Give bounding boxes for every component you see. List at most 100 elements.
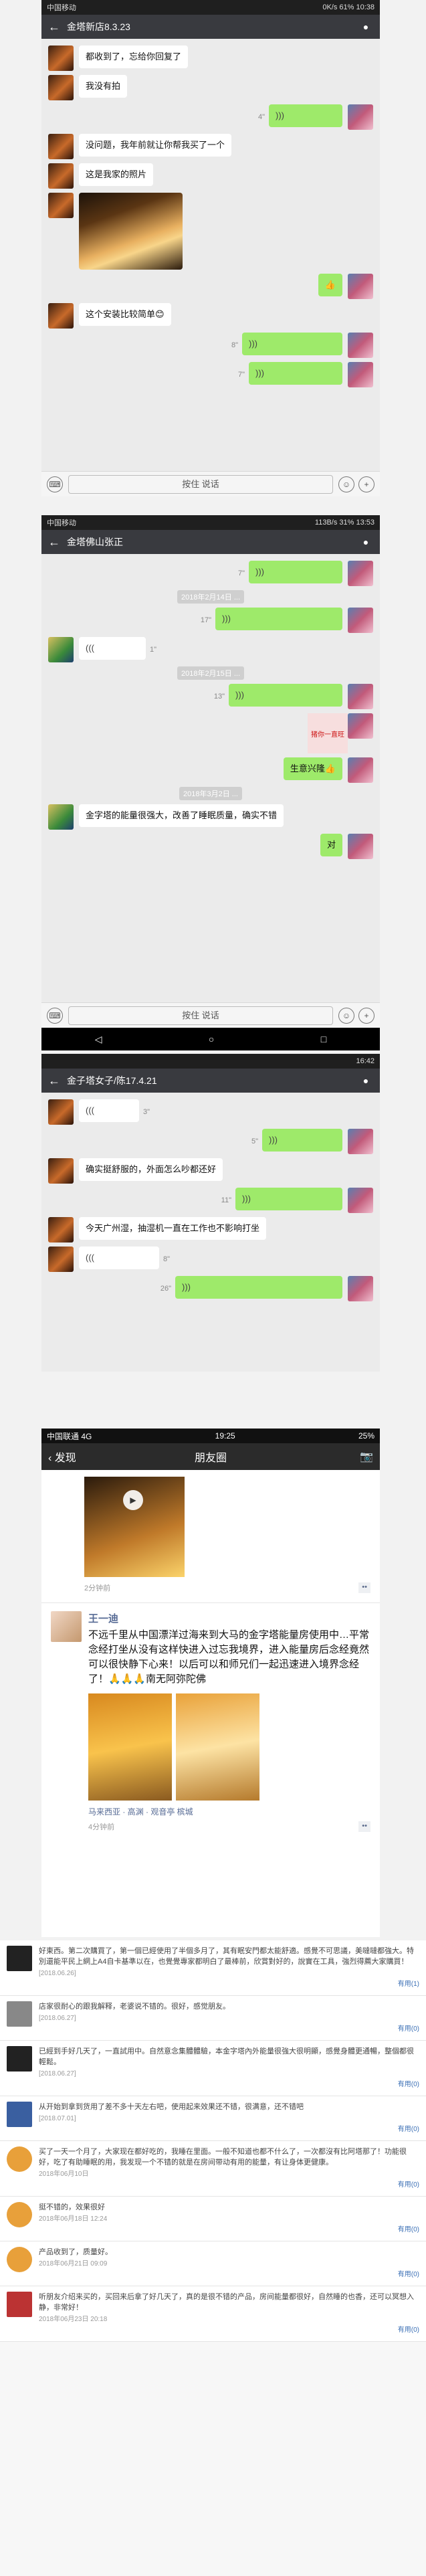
- avatar[interactable]: [348, 608, 373, 633]
- hold-to-talk-button[interactable]: 按住 说话: [68, 1006, 333, 1025]
- voice-message[interactable]: (((: [79, 637, 146, 660]
- user-name[interactable]: 王一迪: [88, 1611, 370, 1625]
- voice-message[interactable]: (((: [79, 1099, 139, 1122]
- message-bubble[interactable]: 今天广州湿，抽湿机一直在工作也不影响打坐: [79, 1217, 267, 1240]
- nav-home-icon[interactable]: ○: [209, 1034, 214, 1044]
- nav-recent-icon[interactable]: □: [321, 1034, 326, 1044]
- message-bubble[interactable]: 金字塔的能量很强大，改善了睡眠质量，确实不错: [79, 804, 284, 827]
- avatar[interactable]: [51, 1611, 82, 1642]
- post-photo[interactable]: [176, 1693, 259, 1801]
- review-date: 2018年06月10日: [39, 2171, 89, 2178]
- avatar[interactable]: [348, 362, 373, 387]
- voice-message[interactable]: ))): [175, 1276, 342, 1299]
- avatar: [7, 2146, 32, 2172]
- message-list[interactable]: ((( 3" 5" ))) 确实挺舒服的，外面怎么吵都还好 11" ))) 今天…: [41, 1093, 380, 1308]
- useful-button[interactable]: 有用(0): [39, 2024, 419, 2035]
- pig-sticker[interactable]: 猪你一直旺: [308, 713, 348, 753]
- voice-message[interactable]: ))): [269, 104, 342, 127]
- avatar[interactable]: [48, 193, 74, 218]
- message-bubble[interactable]: 生意兴隆👍: [283, 757, 342, 780]
- message-bubble[interactable]: 我没有拍: [79, 75, 128, 98]
- message-bubble[interactable]: 👍: [318, 274, 342, 296]
- useful-button[interactable]: 有用(0): [39, 2325, 419, 2336]
- message-bubble[interactable]: 这是我家的照片: [79, 163, 154, 186]
- message-list[interactable]: 都收到了，忘给你回复了 我没有拍 4" ))) 没问题，我年前就让你帮我买了一个…: [41, 39, 380, 394]
- voice-message[interactable]: ))): [242, 333, 342, 355]
- voice-message[interactable]: ))): [249, 362, 342, 385]
- pyramid-photo[interactable]: [79, 193, 183, 270]
- hold-to-talk-button[interactable]: 按住 说话: [68, 474, 333, 494]
- post-photo[interactable]: [88, 1693, 172, 1801]
- message-row: 今天广州湿，抽湿机一直在工作也不影响打坐: [48, 1217, 373, 1243]
- avatar[interactable]: [348, 1188, 373, 1213]
- avatar[interactable]: [348, 684, 373, 709]
- message-bubble[interactable]: 对: [320, 834, 342, 856]
- voice-message[interactable]: ))): [262, 1129, 342, 1152]
- useful-button[interactable]: 有用(1): [39, 1979, 419, 1990]
- avatar[interactable]: [48, 134, 74, 159]
- avatar[interactable]: [48, 303, 74, 329]
- review-item: 挺不错的，效果很好 2018年06月18日 12:24 有用(0): [0, 2197, 426, 2241]
- avatar[interactable]: [348, 713, 373, 739]
- message-bubble[interactable]: 都收到了，忘给你回复了: [79, 45, 189, 68]
- contact-profile-icon[interactable]: ●: [358, 1075, 373, 1086]
- avatar[interactable]: [48, 45, 74, 71]
- message-bubble[interactable]: 这个安装比较简单😊: [79, 303, 171, 326]
- message-list[interactable]: 7" ))) 2018年2月14日 ... 17" ))) ((( 1" 201…: [41, 554, 380, 866]
- useful-button[interactable]: 有用(0): [39, 2270, 419, 2280]
- useful-button[interactable]: 有用(0): [39, 2080, 419, 2090]
- emoji-icon[interactable]: ☺: [338, 476, 354, 492]
- useful-button[interactable]: 有用(0): [39, 2225, 419, 2235]
- voice-message[interactable]: ))): [229, 684, 342, 707]
- message-bubble[interactable]: 没问题，我年前就让你帮我买了一个: [79, 134, 232, 157]
- video-thumb[interactable]: ▶: [84, 1477, 185, 1577]
- back-arrow-icon[interactable]: ←: [48, 1074, 63, 1088]
- avatar[interactable]: [348, 104, 373, 130]
- plus-icon[interactable]: +: [358, 1007, 375, 1024]
- voice-wave-icon: ))): [249, 339, 257, 349]
- contact-profile-icon[interactable]: ●: [358, 537, 373, 547]
- plus-icon[interactable]: +: [358, 476, 375, 492]
- back-button[interactable]: ‹ 发现: [48, 1449, 128, 1465]
- avatar[interactable]: [48, 804, 74, 830]
- keyboard-toggle-icon[interactable]: ⌨: [47, 476, 63, 492]
- emoji-icon[interactable]: ☺: [338, 1007, 354, 1024]
- avatar[interactable]: [348, 834, 373, 859]
- avatar[interactable]: [48, 1247, 74, 1272]
- comment-icon[interactable]: ••: [358, 1821, 370, 1832]
- avatar[interactable]: [48, 75, 74, 100]
- voice-message[interactable]: ))): [235, 1188, 342, 1210]
- avatar[interactable]: [48, 1099, 74, 1125]
- post-location[interactable]: 马来西亚 · 高渊 · 观音亭 槟城: [88, 1806, 370, 1817]
- avatar[interactable]: [48, 637, 74, 662]
- avatar[interactable]: [48, 163, 74, 189]
- useful-button[interactable]: 有用(0): [39, 2180, 419, 2191]
- voice-message[interactable]: ))): [215, 608, 342, 630]
- useful-button[interactable]: 有用(0): [39, 2124, 419, 2135]
- review-item: 从开始到拿到货用了差不多十天左右吧，使用起来效果还不错，很满意，还不错吧 [20…: [0, 2096, 426, 2141]
- review-date: [2018.06.27]: [39, 2070, 76, 2078]
- back-arrow-icon[interactable]: ←: [48, 20, 63, 34]
- avatar[interactable]: [348, 561, 373, 586]
- chat-titlebar: ← 金塔新店8.3.23 ●: [41, 15, 380, 39]
- keyboard-toggle-icon[interactable]: ⌨: [47, 1007, 63, 1024]
- avatar[interactable]: [348, 333, 373, 358]
- status-bar: 16:42: [41, 1054, 380, 1069]
- contact-profile-icon[interactable]: ●: [358, 21, 373, 32]
- camera-icon[interactable]: 📷: [293, 1450, 373, 1463]
- nav-back-icon[interactable]: ◁: [95, 1034, 102, 1045]
- voice-message[interactable]: (((: [79, 1247, 159, 1269]
- voice-wave-icon: ))): [276, 110, 284, 120]
- time-stamp-row: 2018年3月2日 ...: [48, 787, 373, 800]
- message-bubble[interactable]: 确实挺舒服的，外面怎么吵都还好: [79, 1158, 223, 1181]
- avatar[interactable]: [48, 1158, 74, 1184]
- avatar[interactable]: [48, 1217, 74, 1243]
- moments-feed[interactable]: ▶ 2分钟前 •• 王一迪 不远千里从中国漂洋过海来到大马的金字塔能量房使用中……: [41, 1470, 380, 1839]
- voice-message[interactable]: ))): [249, 561, 342, 583]
- avatar[interactable]: [348, 274, 373, 299]
- avatar[interactable]: [348, 757, 373, 783]
- back-arrow-icon[interactable]: ←: [48, 535, 63, 549]
- avatar[interactable]: [348, 1129, 373, 1154]
- comment-icon[interactable]: ••: [358, 1582, 370, 1593]
- avatar[interactable]: [348, 1276, 373, 1301]
